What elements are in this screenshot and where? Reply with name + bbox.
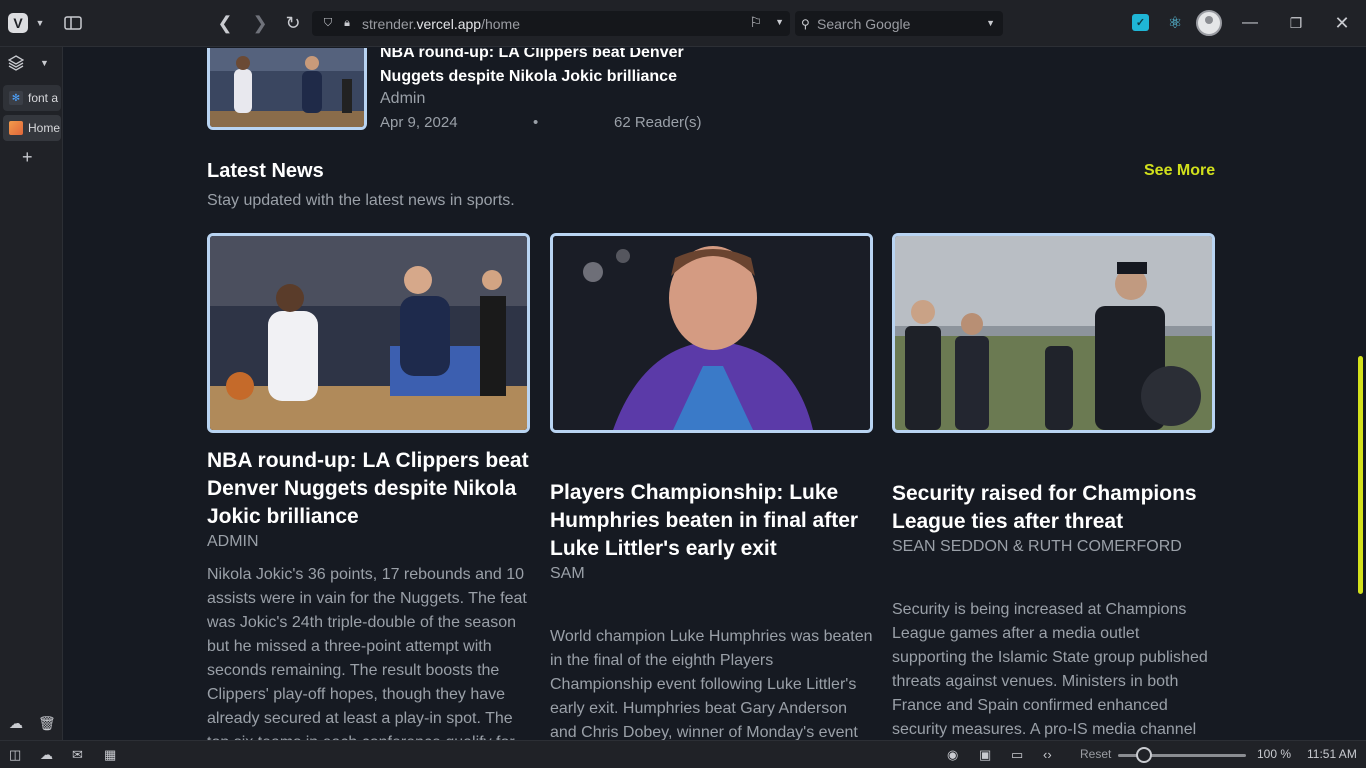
url-domain: vercel.app — [416, 15, 482, 32]
news-card-title[interactable]: Players Championship: Luke Humphries bea… — [550, 479, 873, 563]
see-more-link[interactable]: See More — [1144, 162, 1215, 180]
panel-toggle-icon[interactable] — [62, 13, 84, 33]
news-card-author: Sean Seddon & Ruth Comerford — [892, 538, 1182, 555]
extension-icon[interactable]: ✓ — [1132, 14, 1149, 31]
page-scrollbar[interactable] — [1358, 356, 1363, 594]
news-card-author: Admin — [207, 533, 259, 550]
news-card-body: World champion Luke Humphries was beaten… — [550, 628, 873, 740]
code-icon[interactable]: ‹› — [1043, 747, 1052, 762]
search-icon: ⚲ — [801, 16, 810, 31]
news-card-author: Sam — [550, 565, 585, 582]
reload-icon[interactable]: ↻ — [282, 12, 304, 34]
camera-icon[interactable]: ◉ — [947, 747, 958, 763]
status-bar: ◫ ☁ ✉ ▦ ◉ ▣ ▭ ‹› Reset 100 % 11:51 AM — [0, 740, 1366, 768]
search-input[interactable] — [817, 15, 977, 32]
address-bar[interactable]: ⛉ 🔒︎ strender.vercel.app/home ⚐ ▼ — [312, 11, 790, 36]
calendar-icon[interactable]: ▦ — [104, 747, 116, 763]
tab-favicon-icon: ✻ — [9, 91, 23, 105]
close-icon[interactable]: ✕ — [1332, 12, 1352, 34]
restore-icon[interactable]: ❐ — [1286, 12, 1306, 34]
cloud-icon[interactable]: ☁ — [9, 715, 23, 732]
news-card-title[interactable]: Security raised for Champions League tie… — [892, 480, 1215, 536]
featured-article-readers: 62 Reader(s) — [614, 114, 702, 131]
sidebar-tab-home[interactable]: Home — [3, 115, 61, 141]
vivaldi-menu-icon[interactable]: V — [8, 13, 28, 33]
separator-dot: • — [533, 114, 539, 131]
news-card-image[interactable] — [207, 233, 530, 433]
news-card-body: Security is being increased at Champions… — [892, 601, 1208, 738]
zoom-level: 100 % — [1257, 747, 1292, 761]
tab-label: font a — [28, 91, 59, 105]
url-path: /home — [481, 15, 520, 32]
mail-icon[interactable]: ✉ — [72, 747, 83, 763]
latest-news-subtitle: Stay updated with the latest news in spo… — [207, 192, 515, 209]
browser-toolbar: V ▼ ❮ ❯ ↻ ⛉ 🔒︎ strender.vercel.app/home … — [0, 0, 1366, 47]
news-card[interactable]: Players Championship: Luke Humphries bea… — [550, 233, 873, 740]
tab-favicon-icon — [9, 121, 23, 135]
zoom-slider-handle[interactable] — [1136, 747, 1152, 763]
tab-label: Home — [28, 121, 61, 135]
chevron-down-icon[interactable]: ▼ — [775, 17, 784, 27]
url-text[interactable]: strender.vercel.app/home — [362, 16, 520, 32]
url-prefix: strender. — [362, 15, 417, 32]
news-card[interactable]: Security raised for Champions League tie… — [892, 233, 1215, 740]
forward-icon[interactable]: ❯ — [249, 12, 271, 34]
news-card[interactable]: NBA round-up: LA Clippers beat Denver Nu… — [207, 233, 530, 740]
search-box[interactable]: ⚲ ▼ — [795, 11, 1003, 36]
back-icon[interactable]: ❮ — [214, 12, 236, 34]
news-card-image[interactable] — [550, 233, 873, 433]
news-card-title[interactable]: NBA round-up: LA Clippers beat Denver Nu… — [207, 447, 530, 531]
avatar[interactable] — [1196, 10, 1222, 36]
featured-article-date: Apr 9, 2024 — [380, 114, 458, 131]
page-content: NBA round-up: LA Clippers beat Denver Nu… — [64, 48, 1358, 740]
lock-icon[interactable]: 🔒︎ — [338, 17, 356, 30]
chevron-down-icon[interactable]: ▼ — [34, 15, 46, 31]
bookmark-icon[interactable]: ⚐ — [749, 14, 762, 31]
featured-article[interactable]: NBA round-up: LA Clippers beat Denver Nu… — [207, 48, 807, 178]
zoom-reset-button[interactable]: Reset — [1080, 747, 1111, 761]
tab-sidebar: ▼ ✻ font a Home + ☁ 🗑︎ — [0, 47, 63, 740]
latest-news-heading: Latest News — [207, 160, 324, 182]
minimize-icon[interactable]: — — [1240, 12, 1260, 34]
featured-article-title[interactable]: NBA round-up: LA Clippers beat Denver Nu… — [380, 48, 720, 89]
clock: 11:51 AM — [1307, 747, 1357, 761]
chevron-down-icon[interactable]: ▼ — [40, 58, 49, 68]
shield-icon[interactable]: ⛉ — [318, 17, 338, 30]
news-card-body: Nikola Jokic's 36 points, 17 rebounds an… — [207, 566, 527, 740]
featured-article-author: Admin — [380, 90, 426, 107]
sidebar-tab-font[interactable]: ✻ font a — [3, 85, 61, 111]
page-tiling-icon[interactable]: ▭ — [1011, 747, 1023, 763]
tab-stack-icon[interactable] — [7, 55, 26, 73]
news-card-image[interactable] — [892, 233, 1215, 433]
cloud-sync-icon[interactable]: ☁ — [40, 747, 53, 763]
panel-toggle-icon[interactable]: ◫ — [9, 747, 21, 763]
chevron-down-icon[interactable]: ▼ — [986, 18, 995, 28]
react-devtools-icon[interactable]: ⚛ — [1165, 13, 1185, 33]
trash-icon[interactable]: 🗑︎ — [38, 715, 56, 732]
new-tab-icon[interactable]: + — [22, 147, 33, 168]
featured-article-image[interactable] — [207, 48, 367, 130]
image-icon[interactable]: ▣ — [979, 747, 991, 763]
